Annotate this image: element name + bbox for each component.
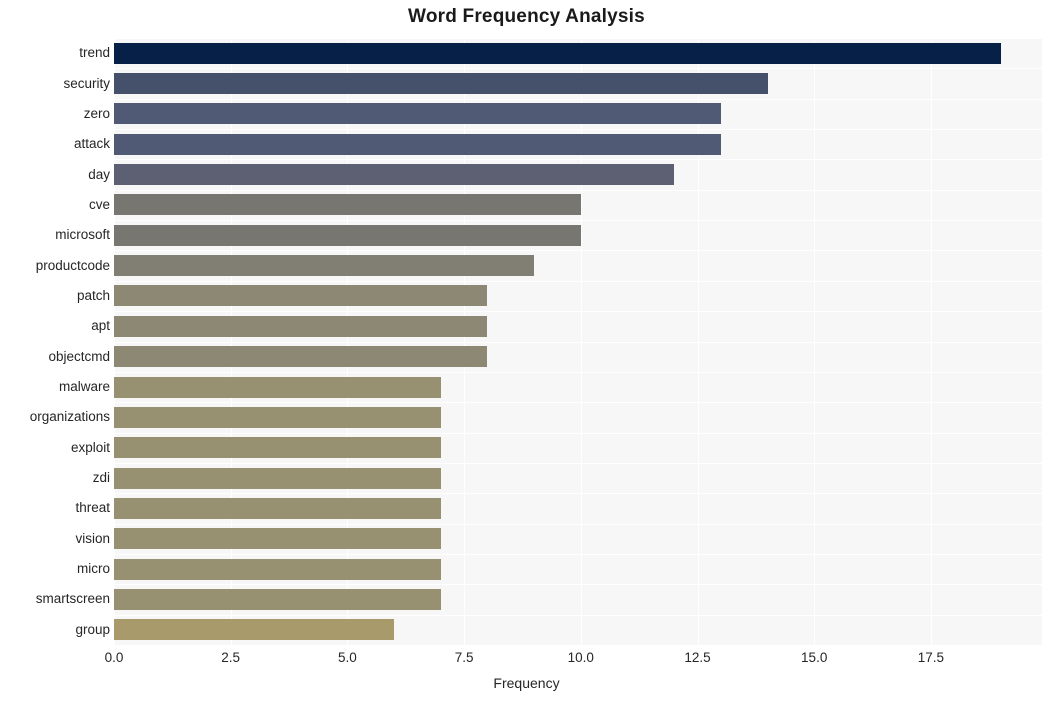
bar xyxy=(114,42,1001,64)
y-tick-label: security xyxy=(63,75,110,91)
plot-area xyxy=(114,38,1042,646)
bar xyxy=(114,558,441,580)
bar xyxy=(114,528,441,550)
y-tick-label: microsoft xyxy=(55,227,110,243)
bar xyxy=(114,619,395,641)
x-axis-title: Frequency xyxy=(493,675,560,691)
chart-title: Word Frequency Analysis xyxy=(408,6,645,27)
bar xyxy=(114,133,721,155)
x-tick-label: 12.5 xyxy=(684,650,711,665)
y-tick-label: vision xyxy=(75,530,110,546)
y-tick-label: group xyxy=(75,621,110,637)
x-tick-label: 2.5 xyxy=(221,650,241,665)
bar xyxy=(114,224,581,246)
y-tick-label: micro xyxy=(77,561,110,577)
x-axis-tick-labels: 0.0 2.5 5.0 7.5 10.0 12.5 15.0 17.5 xyxy=(0,650,1053,672)
bar xyxy=(114,315,488,337)
y-tick-label: malware xyxy=(58,379,110,395)
bar xyxy=(114,164,675,186)
y-tick-label: patch xyxy=(76,287,110,303)
x-tick-label: 17.5 xyxy=(917,650,945,665)
bar-series xyxy=(114,38,1042,645)
y-tick-label: apt xyxy=(91,318,110,334)
x-tick-label: 15.0 xyxy=(801,650,828,665)
y-tick-label: day xyxy=(88,166,110,182)
bar xyxy=(114,103,721,125)
y-tick-label: objectcmd xyxy=(48,348,110,364)
y-axis-tick-labels: trend security zero attack day cve microsoft pr… xyxy=(0,38,110,645)
x-tick-label: 10.0 xyxy=(567,650,594,665)
bar xyxy=(114,588,441,610)
y-tick-label: trend xyxy=(79,45,110,61)
bar xyxy=(114,194,581,216)
bar xyxy=(114,255,535,277)
y-tick-label: zdi xyxy=(92,470,110,486)
y-tick-label: cve xyxy=(88,196,110,212)
gridline-horizontal xyxy=(114,645,1042,646)
y-tick-label: organizations xyxy=(29,409,110,425)
x-tick-label: 0.0 xyxy=(104,650,124,665)
word-frequency-chart: Word Frequency Analysis trend security zer… xyxy=(0,0,1053,701)
bar xyxy=(114,437,441,459)
y-tick-label: threat xyxy=(75,500,110,516)
bar xyxy=(114,285,488,307)
y-tick-label: zero xyxy=(83,105,110,121)
y-tick-label: exploit xyxy=(70,439,110,455)
y-tick-label: smartscreen xyxy=(35,591,110,607)
bar xyxy=(114,497,441,519)
bar xyxy=(114,73,768,95)
y-tick-label: attack xyxy=(73,136,110,152)
bar xyxy=(114,346,488,368)
bar xyxy=(114,467,441,489)
x-tick-label: 7.5 xyxy=(454,650,474,665)
bar xyxy=(114,406,441,428)
bar xyxy=(114,376,441,398)
y-tick-label: productcode xyxy=(35,257,110,273)
x-tick-label: 5.0 xyxy=(338,650,357,665)
